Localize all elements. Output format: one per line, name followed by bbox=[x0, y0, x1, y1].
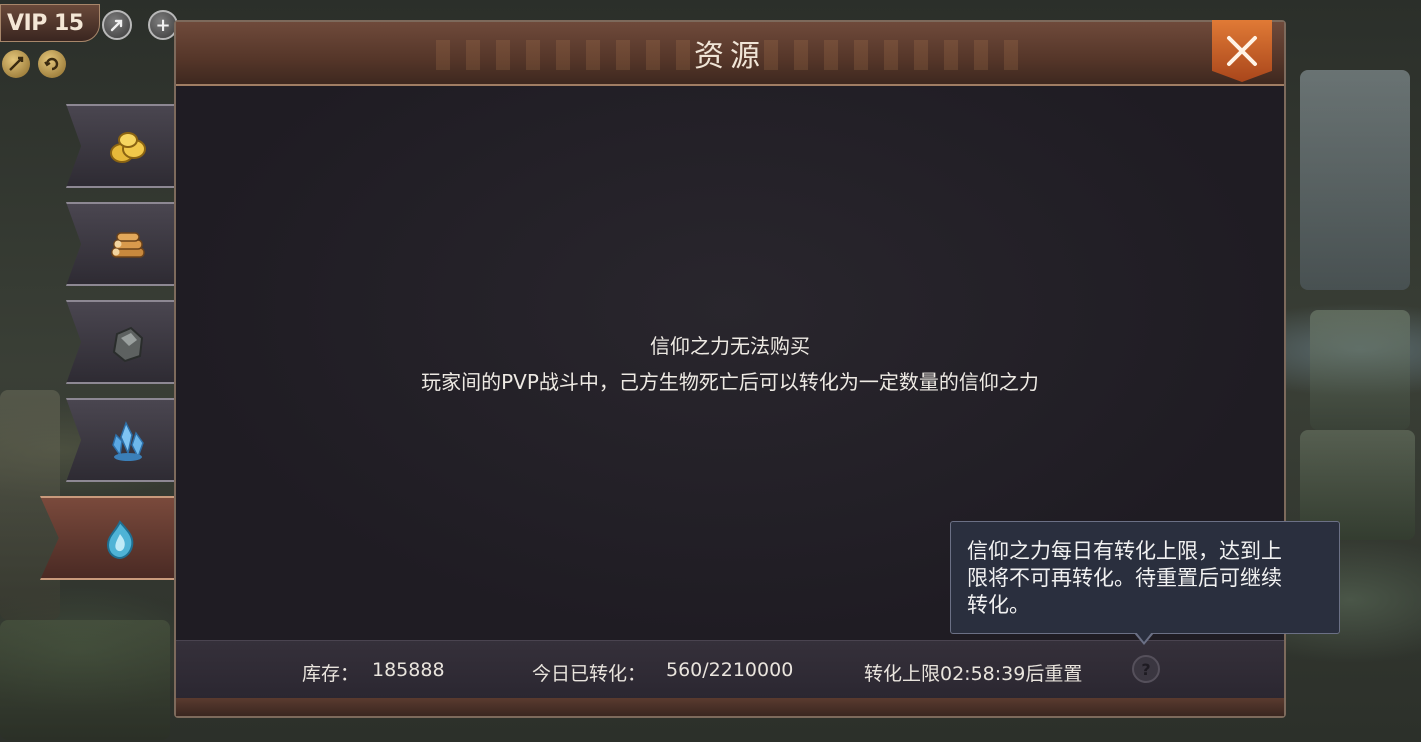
tab-crystal[interactable] bbox=[66, 398, 174, 482]
dialog-header: 资源 bbox=[176, 20, 1284, 86]
sword-shield-icon[interactable] bbox=[2, 50, 30, 78]
background-terrain bbox=[0, 620, 170, 740]
tooltip-arrow-inner bbox=[1136, 632, 1152, 642]
message-description: 玩家间的PVP战斗中，己方生物死亡后可以转化为一定数量的信仰之力 bbox=[421, 370, 1039, 394]
background-building bbox=[1310, 310, 1410, 430]
close-button[interactable] bbox=[1212, 20, 1272, 82]
message-title: 信仰之力无法购买 bbox=[650, 334, 810, 358]
stone-ore-icon bbox=[108, 324, 148, 364]
tab-gold[interactable] bbox=[66, 104, 174, 188]
dialog-footer: 库存： 185888 今日已转化： 560/2210000 转化上限02:58:… bbox=[176, 640, 1284, 698]
gold-coins-icon bbox=[108, 128, 148, 168]
tooltip-line: 限将不可再转化。待重置后可继续 bbox=[967, 566, 1282, 590]
dialog-bottom-border bbox=[176, 698, 1284, 716]
help-button[interactable]: ? bbox=[1132, 655, 1160, 683]
plus-icon: + bbox=[155, 14, 171, 36]
tab-stone[interactable] bbox=[66, 300, 174, 384]
vip-badge[interactable]: VIP 15 bbox=[0, 4, 100, 42]
tab-faith[interactable] bbox=[40, 496, 174, 580]
converted-value: 560/2210000 bbox=[666, 659, 794, 681]
question-icon: ? bbox=[1141, 659, 1151, 679]
refresh-icon[interactable] bbox=[38, 50, 66, 78]
stock-value: 185888 bbox=[372, 659, 445, 681]
dialog-title: 资源 bbox=[694, 39, 766, 74]
faith-flame-icon bbox=[100, 520, 140, 560]
tooltip-line: 信仰之力每日有转化上限，达到上 bbox=[967, 539, 1282, 563]
tab-wood[interactable] bbox=[66, 202, 174, 286]
arrow-boost-icon bbox=[110, 19, 123, 32]
converted-label: 今日已转化： bbox=[532, 663, 647, 685]
background-tower bbox=[1300, 70, 1410, 290]
wood-logs-icon bbox=[108, 226, 148, 266]
tooltip-line: 转化。 bbox=[967, 593, 1030, 617]
crystal-icon bbox=[108, 421, 148, 462]
stock-label: 库存： bbox=[302, 663, 360, 685]
vip-label: VIP 15 bbox=[7, 10, 84, 36]
help-tooltip: 信仰之力每日有转化上限，达到上 限将不可再转化。待重置后可继续 转化。 bbox=[950, 521, 1340, 634]
close-x-icon bbox=[1227, 36, 1257, 66]
boost-button[interactable] bbox=[102, 10, 132, 40]
reset-countdown: 转化上限02:58:39后重置 bbox=[864, 663, 1083, 685]
